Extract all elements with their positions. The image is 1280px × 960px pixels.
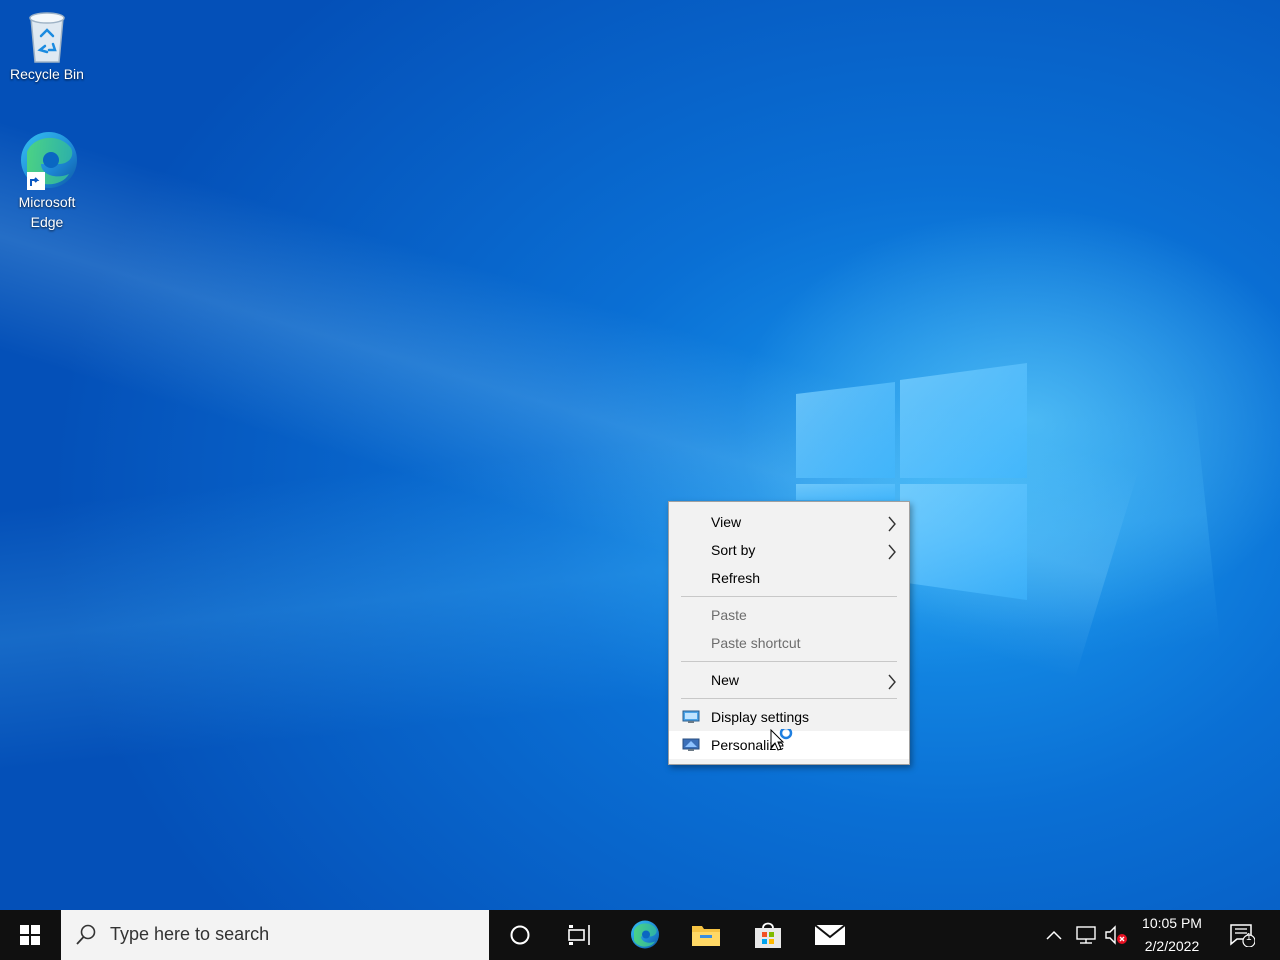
volume-muted-icon: [1105, 925, 1127, 945]
clock-time: 10:05 PM: [1142, 915, 1202, 931]
desktop[interactable]: Recycle Bin Microsoft Edge: [0, 0, 1280, 910]
personalize-icon: [682, 738, 700, 751]
menu-item-label: Paste shortcut: [711, 635, 801, 651]
microsoft-store-icon: [755, 922, 781, 948]
display-settings-icon: [682, 710, 700, 723]
show-hidden-icons-button[interactable]: [1042, 910, 1066, 960]
clock-date: 2/2/2022: [1144, 938, 1200, 954]
network-button[interactable]: [1072, 910, 1100, 960]
file-explorer-icon: [692, 926, 720, 946]
cortana-icon: [510, 925, 530, 945]
taskbar: Type here to search 10:05 PM 2/2/2022 1: [0, 910, 1280, 960]
menu-item-label: Display settings: [711, 709, 810, 725]
recycle-bin-icon: [29, 12, 65, 63]
clock-button[interactable]: 10:05 PM 2/2/2022: [1134, 910, 1210, 960]
start-button[interactable]: [0, 910, 60, 960]
recycle-bin-label: Recycle Bin: [10, 66, 84, 82]
mouse-cursor-busy-icon: [770, 729, 793, 751]
menu-item-view[interactable]: View: [669, 508, 909, 536]
menu-item-new[interactable]: New: [669, 666, 909, 694]
search-icon: [76, 924, 96, 945]
action-center-button[interactable]: 1: [1222, 910, 1262, 960]
menu-item-label: Paste: [711, 607, 747, 623]
menu-item-refresh[interactable]: Refresh: [669, 564, 909, 592]
volume-button[interactable]: [1102, 910, 1130, 960]
menu-item-sort-by[interactable]: Sort by: [669, 536, 909, 564]
edge-icon: [21, 132, 77, 190]
menu-item-label: View: [711, 514, 742, 530]
microsoft-store-button[interactable]: [744, 910, 792, 960]
taskbar-search-box[interactable]: Type here to search: [61, 910, 489, 960]
mail-icon: [814, 924, 846, 945]
edge-icon: [631, 920, 659, 949]
chevron-right-icon: [888, 544, 896, 560]
windows-start-icon: [20, 925, 40, 945]
menu-item-label: Refresh: [711, 570, 761, 586]
task-view-button[interactable]: [556, 910, 604, 960]
task-view-icon: [568, 925, 590, 945]
notification-count-badge: 1: [1246, 932, 1252, 943]
menu-item-paste: Paste: [669, 601, 909, 629]
menu-separator: [681, 698, 897, 699]
file-explorer-button[interactable]: [682, 910, 730, 960]
desktop-icon-microsoft-edge[interactable]: Microsoft Edge: [4, 130, 90, 232]
taskbar-edge-button[interactable]: [620, 910, 668, 960]
chevron-right-icon: [888, 516, 896, 532]
mail-button[interactable]: [806, 910, 854, 960]
menu-item-paste-shortcut: Paste shortcut: [669, 629, 909, 657]
cortana-button[interactable]: [496, 910, 544, 960]
menu-item-display-settings[interactable]: Display settings: [669, 703, 909, 731]
menu-item-label: Sort by: [711, 542, 756, 558]
edge-label-line2: Edge: [30, 214, 64, 230]
menu-separator: [681, 596, 897, 597]
desktop-context-menu: View Sort by Refresh Paste Paste shortcu…: [668, 501, 910, 765]
edge-label-line1: Microsoft: [18, 194, 76, 210]
menu-separator: [681, 661, 897, 662]
chevron-right-icon: [888, 674, 896, 690]
search-placeholder: Type here to search: [110, 924, 270, 944]
menu-item-label: New: [711, 672, 740, 688]
network-icon: [1076, 926, 1096, 944]
desktop-icon-recycle-bin[interactable]: Recycle Bin: [4, 8, 90, 84]
chevron-up-icon: [1046, 930, 1062, 940]
